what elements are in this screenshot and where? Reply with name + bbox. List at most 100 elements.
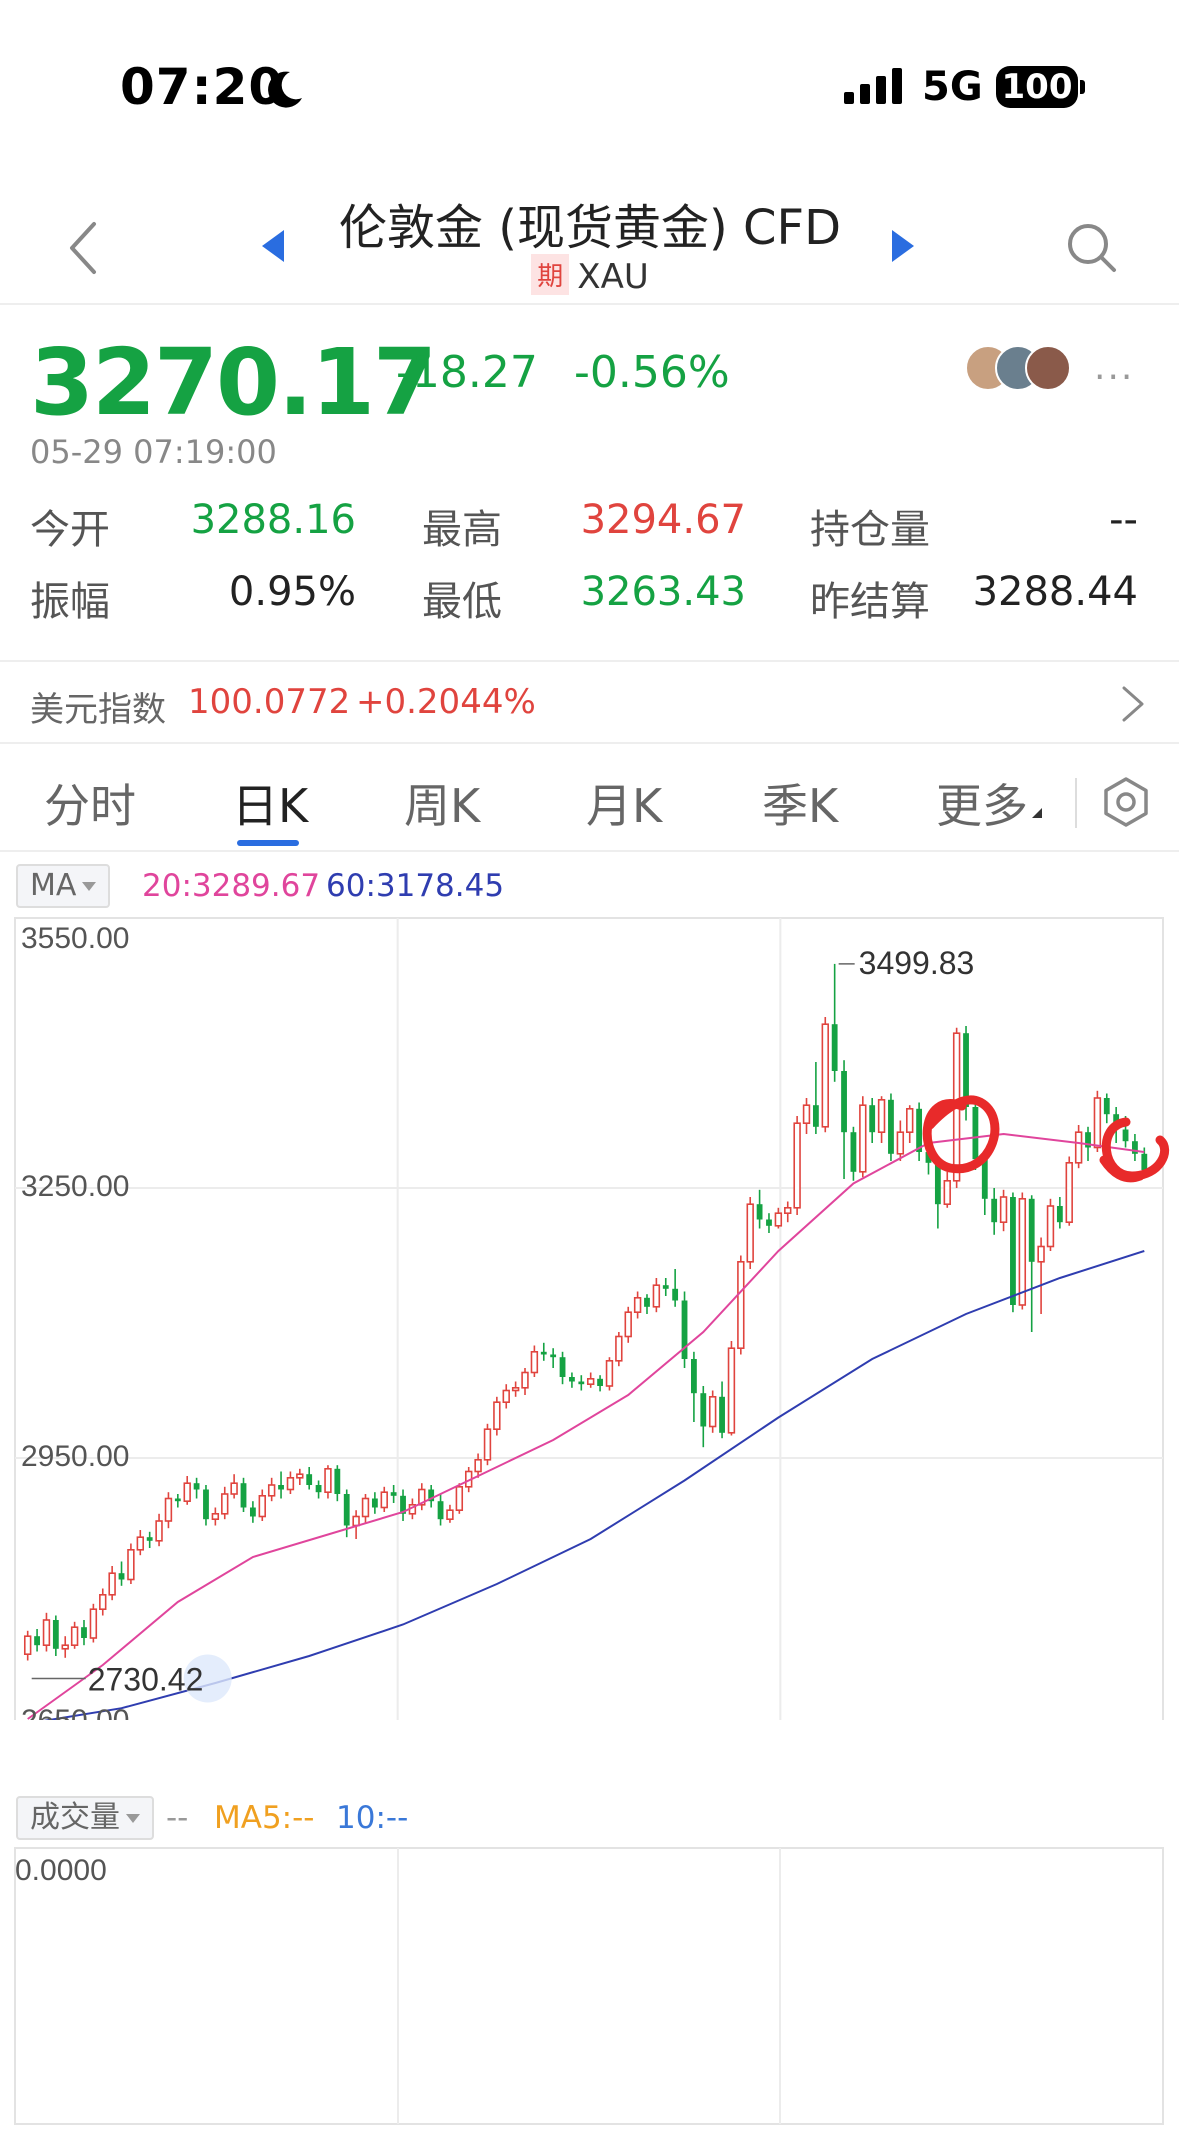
candle-body-down (278, 1485, 284, 1490)
candle-body-up (784, 1207, 792, 1215)
candle-body-down (597, 1378, 603, 1386)
candle-body-down (52, 1620, 59, 1649)
handwritten-mark (922, 1095, 1000, 1174)
candle-body-down (193, 1483, 200, 1490)
candle-body-up (793, 1122, 801, 1209)
candle-body-up (108, 1572, 116, 1596)
candle-body-down (841, 1071, 847, 1133)
candle-body-down (343, 1494, 350, 1526)
candle-body-up (380, 1491, 388, 1509)
candle-body-down (888, 1099, 894, 1154)
candle-body-up (258, 1495, 266, 1518)
candle-body-down (569, 1377, 575, 1382)
candle-body-up (859, 1104, 867, 1173)
candle-body-up (530, 1351, 539, 1374)
candle-body-up (906, 1108, 914, 1134)
candle-body-up (61, 1644, 69, 1650)
candle-body-down (306, 1474, 313, 1485)
candle-body-down (672, 1288, 679, 1301)
volume-y-tick: 0.0000 (15, 1854, 107, 1887)
candle-body-down (371, 1498, 378, 1508)
y-axis-tick-label: 2650.00 (21, 1704, 129, 1720)
candle-body-up (127, 1549, 135, 1581)
max-price-label: 3499.83 (859, 945, 975, 981)
candle-body-down (578, 1381, 585, 1385)
min-price-label: 2730.42 (88, 1662, 204, 1698)
candle-body-up (802, 1104, 811, 1124)
candle-body-up (727, 1347, 736, 1434)
chart-grid (14, 917, 1164, 1720)
candle-body-up (483, 1428, 492, 1461)
candle-body-up (89, 1608, 98, 1639)
chevron-down-icon (126, 1814, 140, 1823)
candle-body-up (296, 1473, 304, 1479)
candle-body-up (746, 1203, 754, 1263)
candle-body-down (934, 1162, 941, 1205)
chart-frame (14, 917, 1164, 1720)
candle-body-up (455, 1486, 464, 1512)
candle-body-down (719, 1396, 725, 1433)
candlestick-chart[interactable]: 3499.83 2730.42 3550.00 3250.00 2950.00 2650… (0, 0, 1179, 1720)
candle-body-down (1010, 1197, 1016, 1305)
candle-body-down (1056, 1206, 1063, 1223)
candle-body-up (352, 1515, 360, 1527)
candle-body-up (70, 1626, 79, 1646)
candle-body-up (1046, 1205, 1055, 1248)
candle-body-up (446, 1509, 454, 1520)
candle-body-up (1065, 1162, 1073, 1224)
candle-body-up (708, 1396, 717, 1428)
candle-body-down (334, 1468, 341, 1494)
chart-ticks: 3550.003250.002950.002650.002025/01/2320… (21, 922, 129, 1720)
candle-body-up (737, 1261, 745, 1350)
candle-body-up (42, 1619, 51, 1647)
candle-body-up (136, 1536, 145, 1551)
candle-body-down (437, 1501, 444, 1520)
candle-body-up (586, 1378, 595, 1386)
candle-body-down (146, 1537, 153, 1541)
candle-body-up (502, 1389, 510, 1403)
candle-body-up (474, 1459, 482, 1473)
candle-body-up (155, 1520, 163, 1542)
candle-body-up (943, 1180, 951, 1206)
candle-body-down (662, 1285, 669, 1289)
candle-body-up (1018, 1198, 1027, 1306)
candle-body-down (972, 1107, 979, 1160)
volume-chart-frame (14, 1847, 1164, 2125)
candle-body-up (896, 1131, 905, 1155)
candle-body-down (559, 1357, 566, 1377)
candle-body-up (23, 1635, 32, 1655)
volume-ma5: MA5:-- (214, 1800, 315, 1836)
candle-body-down (850, 1132, 857, 1172)
candle-body-down (991, 1198, 998, 1223)
volume-selector[interactable]: 成交量 (16, 1796, 154, 1840)
candle-body-up (230, 1482, 238, 1495)
candle-body-down (812, 1105, 819, 1127)
candles (23, 963, 1148, 1661)
candle-body-up (633, 1297, 642, 1314)
candle-body-down (34, 1636, 40, 1646)
candle-body-up (877, 1099, 886, 1134)
candle-body-up (286, 1477, 295, 1491)
candle-body-up (821, 1023, 829, 1128)
candle-body-up (615, 1335, 623, 1362)
candle-body-up (211, 1513, 220, 1521)
candle-body-down (766, 1219, 772, 1226)
candle-body-down (249, 1507, 256, 1517)
candle-body-up (183, 1482, 191, 1502)
candle-body-up (267, 1484, 276, 1497)
candle-body-up (324, 1468, 332, 1494)
candle-body-down (174, 1498, 181, 1502)
candle-body-up (164, 1497, 173, 1522)
candle-body-down (644, 1297, 650, 1307)
volume-chart[interactable]: 0.0000 (0, 1846, 1179, 2136)
candle-body-up (99, 1594, 107, 1611)
candle-body-up (221, 1493, 229, 1515)
candle-body-down (81, 1627, 87, 1638)
candle-body-down (1103, 1098, 1110, 1115)
volume-selector-label: 成交量 (30, 1800, 120, 1835)
candle-body-up (1074, 1131, 1083, 1164)
candle-body-down (1122, 1129, 1129, 1142)
candle-body-down (831, 1024, 838, 1071)
volume-value: -- (166, 1800, 189, 1836)
y-axis-tick-label: 2950.00 (21, 1440, 129, 1473)
